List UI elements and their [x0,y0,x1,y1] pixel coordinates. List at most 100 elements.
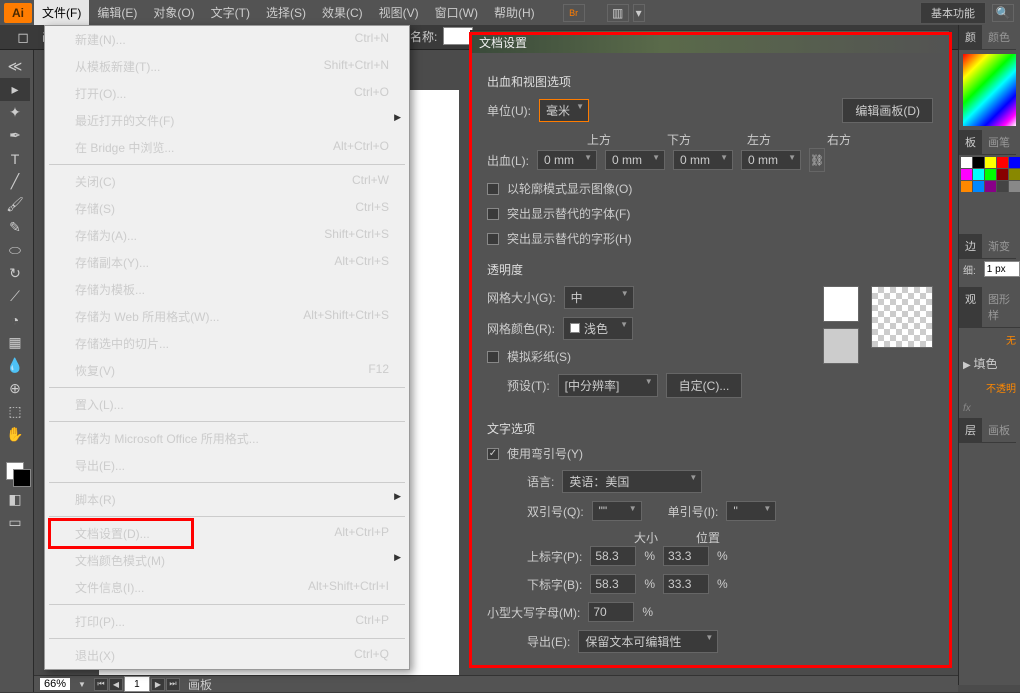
gradient-tool[interactable]: ▦ [0,331,30,354]
stroke-width-input[interactable] [984,261,1020,277]
menu-item[interactable]: 存储为 Web 所用格式(W)...Alt+Shift+Ctrl+S [45,303,409,330]
swatch-white[interactable] [823,286,859,322]
menu-item[interactable]: 导出(E)... [45,452,409,479]
menu-item[interactable]: 在 Bridge 中浏览...Alt+Ctrl+O [45,134,409,161]
menu-item[interactable]: 打开(O)...Ctrl+O [45,80,409,107]
panel-tab-color[interactable]: 颜 [959,25,982,50]
fill-stroke-swatch[interactable] [0,454,30,488]
menu-item[interactable]: 恢复(V)F12 [45,357,409,384]
menu-item[interactable]: 退出(X)Ctrl+Q [45,642,409,669]
first-page-button[interactable]: ⏮ [94,678,108,691]
pencil-tool[interactable]: ✎ [0,216,30,239]
menu-view[interactable]: 视图(V) [371,0,427,25]
menu-item[interactable]: 从模板新建(T)...Shift+Ctrl+N [45,53,409,80]
menu-item[interactable]: 文档颜色模式(M) [45,547,409,574]
menu-item[interactable]: 打印(P)...Ctrl+P [45,608,409,635]
pen-tool[interactable]: ✒ [0,124,30,147]
simulate-paper-checkbox[interactable] [487,351,499,363]
next-page-button[interactable]: ▶ [151,678,165,691]
blob-tool[interactable]: ⬭ [0,239,30,262]
panel-tab-color2[interactable]: 颜色 [982,25,1016,50]
magic-wand-tool[interactable]: ✦ [0,101,30,124]
menu-help[interactable]: 帮助(H) [486,0,543,25]
collapse-icon[interactable]: ≪ [0,55,30,78]
menu-item[interactable]: 文件信息(I)...Alt+Shift+Ctrl+I [45,574,409,601]
superscript-size-input[interactable] [590,546,636,566]
menu-item[interactable]: 存储为模板... [45,276,409,303]
subscript-size-input[interactable] [590,574,636,594]
unit-select[interactable]: 毫米 [539,99,589,122]
brush-tool[interactable]: 🖌 [0,193,30,216]
draw-mode-icon[interactable]: ◧ [0,488,30,511]
highlight-font-checkbox[interactable] [487,208,499,220]
last-page-button[interactable]: ⏭ [166,678,180,691]
shape-builder-tool[interactable]: ◔ [0,308,30,331]
menu-item[interactable]: 存储选中的切片... [45,330,409,357]
menu-item[interactable]: 存储为 Microsoft Office 所用格式... [45,425,409,452]
language-select[interactable]: 英语：美国 [562,470,702,493]
panel-tab-artboards[interactable]: 画板 [982,418,1016,443]
panel-tab-graphic-styles[interactable]: 图形样 [982,287,1020,328]
bridge-button[interactable]: Br [563,4,585,22]
link-bleed-icon[interactable]: ⛓ [809,148,825,172]
outline-checkbox[interactable] [487,183,499,195]
workspace-switcher[interactable]: 基本功能 [920,2,986,24]
line-tool[interactable]: ╱ [0,170,30,193]
menu-window[interactable]: 窗口(W) [427,0,486,25]
swatch-grid[interactable] [959,155,1020,194]
panel-tab-appearance[interactable]: 观 [959,287,982,328]
menu-item[interactable]: 存储(S)Ctrl+S [45,195,409,222]
menu-select[interactable]: 选择(S) [258,0,314,25]
color-spectrum[interactable] [963,54,1016,126]
grid-size-select[interactable]: 中 [564,286,634,309]
search-icon[interactable]: 🔍 [992,4,1014,22]
name-field[interactable] [443,27,473,45]
menu-type[interactable]: 文字(T) [203,0,258,25]
menu-file[interactable]: 文件(F) [34,0,89,25]
menu-item[interactable]: 置入(L)... [45,391,409,418]
layout-button[interactable]: ▥ [607,4,629,22]
layout-dropdown[interactable]: ▾ [633,4,645,22]
panel-tab-stroke[interactable]: 边 [959,234,982,259]
superscript-pos-input[interactable] [663,546,709,566]
squote-select[interactable]: '' [726,501,776,521]
grid-color-select[interactable]: 浅色 [563,317,633,340]
smallcaps-input[interactable] [588,602,634,622]
rotate-tool[interactable]: ↻ [0,262,30,285]
type-tool[interactable]: T [0,147,30,170]
prev-page-button[interactable]: ◀ [109,678,123,691]
width-tool[interactable]: ⟋ [0,285,30,308]
artboard-tool[interactable]: ⬚ [0,400,30,423]
panel-tab-gradient[interactable]: 渐变 [982,234,1016,259]
preset-select[interactable]: [中分辨率] [558,374,658,397]
bleed-right-input[interactable]: 0 mm [741,150,801,170]
bleed-left-input[interactable]: 0 mm [673,150,733,170]
eyedropper-tool[interactable]: 💧 [0,354,30,377]
curly-quotes-checkbox[interactable] [487,448,499,460]
bleed-top-input[interactable]: 0 mm [537,150,597,170]
selection-tool[interactable]: ▸ [0,78,30,101]
menu-item[interactable]: 脚本(R) [45,486,409,513]
panel-tab-swatches[interactable]: 板 [959,130,982,155]
page-input[interactable] [124,676,150,692]
menu-object[interactable]: 对象(O) [145,0,202,25]
custom-button[interactable]: 自定(C)... [666,373,743,398]
subscript-pos-input[interactable] [663,574,709,594]
panel-tab-layers[interactable]: 层 [959,418,982,443]
bleed-bottom-input[interactable]: 0 mm [605,150,665,170]
screen-mode-icon[interactable]: ▭ [0,511,30,534]
menu-item[interactable]: 最近打开的文件(F) [45,107,409,134]
swatch-gray[interactable] [823,328,859,364]
edit-artboard-button[interactable]: 编辑画板(D) [842,98,933,123]
menu-item[interactable]: 存储副本(Y)...Alt+Ctrl+S [45,249,409,276]
export-select[interactable]: 保留文本可编辑性 [578,630,718,653]
menu-item[interactable]: 关闭(C)Ctrl+W [45,168,409,195]
menu-effect[interactable]: 效果(C) [314,0,371,25]
menu-item[interactable]: 文档设置(D)...Alt+Ctrl+P [45,520,409,547]
opacity-label[interactable]: 不透明 [959,376,1020,399]
menu-item[interactable]: 新建(N)...Ctrl+N [45,26,409,53]
panel-tab-brushes[interactable]: 画笔 [982,130,1016,155]
fx-label[interactable]: fx [959,399,1020,418]
menu-edit[interactable]: 编辑(E) [89,0,145,25]
symbol-tool[interactable]: ⊕ [0,377,30,400]
